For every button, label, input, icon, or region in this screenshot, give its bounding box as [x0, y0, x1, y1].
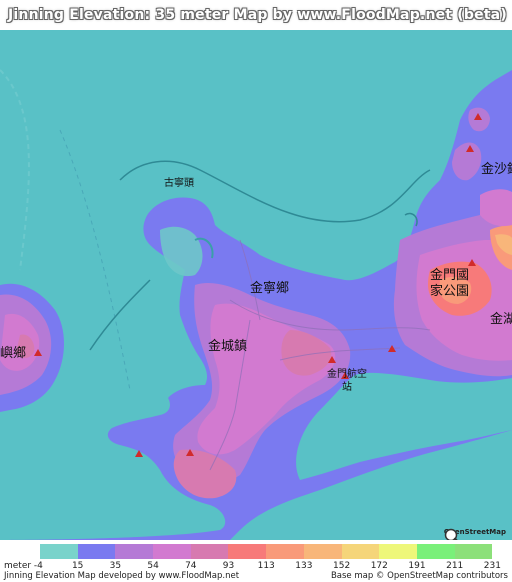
label-lieyu: 嶼鄉: [0, 346, 27, 361]
legend-tick-label: 133: [295, 561, 313, 571]
label-guningtou: 古寧頭: [164, 178, 194, 189]
legend-swatch: [40, 544, 78, 559]
legend-tick-label: 15: [71, 561, 84, 571]
legend-swatch: [77, 544, 116, 559]
legend-tick-label: 93: [222, 561, 235, 571]
legend-swatch: [303, 544, 342, 559]
label-national-park: 金門國家公園: [430, 268, 470, 300]
legend-tick-label: 152: [333, 561, 351, 571]
label-jinhu: 金湖: [490, 312, 512, 327]
legend-swatch: [190, 544, 229, 559]
legend-swatch: [266, 544, 304, 559]
legend-tick-label: 172: [370, 561, 388, 571]
footer: Jinning Elevation Map developed by www.F…: [0, 571, 512, 582]
legend-swatch: [115, 544, 154, 559]
title-bar: Jinning Elevation: 35 meter Map by www.F…: [0, 0, 512, 30]
legend-tick-label: 54: [147, 561, 159, 571]
legend-tick-label: 211: [446, 561, 464, 571]
legend-tick-label: 35: [109, 561, 122, 571]
legend-tick-label: 74: [185, 561, 197, 571]
osm-logo[interactable]: OpenStreetMap: [444, 528, 506, 540]
label-jincheng: 金城鎮: [208, 339, 248, 354]
label-airport: 金門航空站: [327, 369, 367, 393]
legend-tick-label: 231: [483, 561, 501, 571]
magnifier-icon: [444, 528, 458, 540]
label-jinsha: 金沙鎮: [481, 162, 512, 177]
footer-credit: Jinning Elevation Map developed by www.F…: [4, 571, 240, 581]
footer-basemap-credit: Base map © OpenStreetMap contributors: [330, 571, 508, 581]
legend-swatch: [341, 544, 380, 559]
legend-swatch: [153, 544, 191, 559]
legend-swatch: [228, 544, 267, 559]
legend-tick-label: 113: [257, 561, 275, 571]
legend-swatch: [454, 544, 493, 559]
legend-swatch: [379, 544, 417, 559]
page-title: Jinning Elevation: 35 meter Map by www.F…: [8, 7, 507, 23]
legend-swatch: [416, 544, 455, 559]
label-jinning: 金寧鄉: [250, 281, 290, 296]
legend-color-bar: [40, 544, 493, 559]
elevation-map[interactable]: 古寧頭 金沙鎮 金寧鄉 金門國家公園 金城鎮 金湖 金門航空站 嶼鄉 OpenS…: [0, 30, 512, 540]
elevation-legend: meter -4 15 35 54 74 93 113 133 152 172 191 211 231…: [0, 540, 512, 582]
legend-tick-label: 191: [408, 561, 426, 571]
